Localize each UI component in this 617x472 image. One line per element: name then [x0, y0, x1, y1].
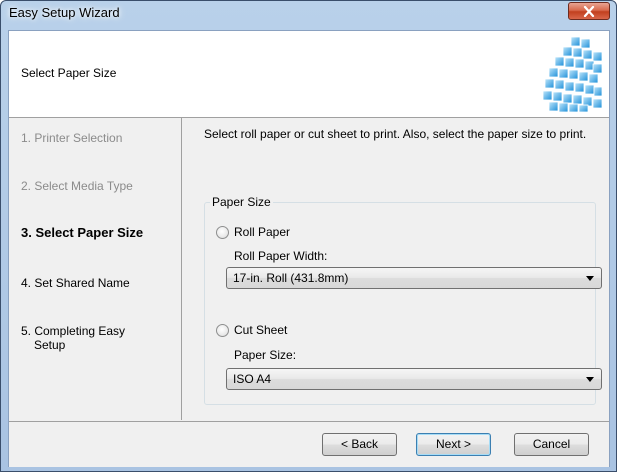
- roll-paper-label: Roll Paper: [234, 225, 291, 239]
- step-completing-line1: 5. Completing Easy: [21, 324, 126, 338]
- main-content: Select roll paper or cut sheet to print.…: [182, 118, 609, 420]
- button-bar: < Back Next > Cancel: [9, 421, 609, 467]
- roll-paper-width-select[interactable]: 17-in. Roll (431.8mm): [226, 267, 602, 289]
- window-title: Easy Setup Wizard: [9, 5, 120, 20]
- cancel-button[interactable]: Cancel: [514, 433, 589, 456]
- dropdown-arrow-icon: [586, 377, 594, 382]
- step-select-media-type: 2. Select Media Type: [21, 179, 133, 193]
- paper-size-label: Paper Size:: [234, 348, 297, 362]
- radio-unchecked-icon[interactable]: [216, 225, 229, 239]
- close-icon: [583, 6, 595, 17]
- step-select-paper-size: 3. Select Paper Size: [21, 225, 144, 240]
- step-set-shared-name: 4. Set Shared Name: [21, 276, 130, 290]
- instructions-text: Select roll paper or cut sheet to print.…: [204, 127, 587, 141]
- wizard-graphic: [542, 36, 603, 113]
- page-title: Select Paper Size: [21, 66, 117, 80]
- steps-panel: 1. Printer Selection 2. Select Media Typ…: [9, 118, 182, 420]
- wizard-client-area: Select Paper Size 1. Printer Selection 2…: [8, 30, 610, 467]
- dropdown-arrow-icon: [586, 276, 594, 281]
- paper-size-group-label: Paper Size: [210, 195, 273, 209]
- paper-size-select[interactable]: ISO A4: [226, 368, 602, 390]
- step-completing-easy-setup: 5. Completing Easy Setup: [21, 324, 125, 352]
- title-bar[interactable]: Easy Setup Wizard: [1, 1, 616, 23]
- roll-paper-radio[interactable]: Roll Paper: [216, 225, 290, 239]
- cut-sheet-radio[interactable]: Cut Sheet: [216, 323, 287, 337]
- paper-size-value: ISO A4: [233, 372, 272, 386]
- wizard-header: Select Paper Size: [9, 31, 609, 118]
- wizard-window: Easy Setup Wizard Select Paper Size 1. P…: [0, 0, 617, 472]
- next-button[interactable]: Next >: [416, 433, 491, 456]
- step-printer-selection: 1. Printer Selection: [21, 131, 123, 145]
- roll-paper-width-value: 17-in. Roll (431.8mm): [233, 271, 349, 285]
- close-button[interactable]: [568, 2, 610, 20]
- radio-unchecked-icon[interactable]: [216, 323, 229, 337]
- back-button[interactable]: < Back: [322, 433, 397, 456]
- cut-sheet-label: Cut Sheet: [234, 323, 288, 337]
- roll-paper-width-label: Roll Paper Width:: [234, 249, 328, 263]
- step-completing-line2: Setup: [34, 338, 66, 352]
